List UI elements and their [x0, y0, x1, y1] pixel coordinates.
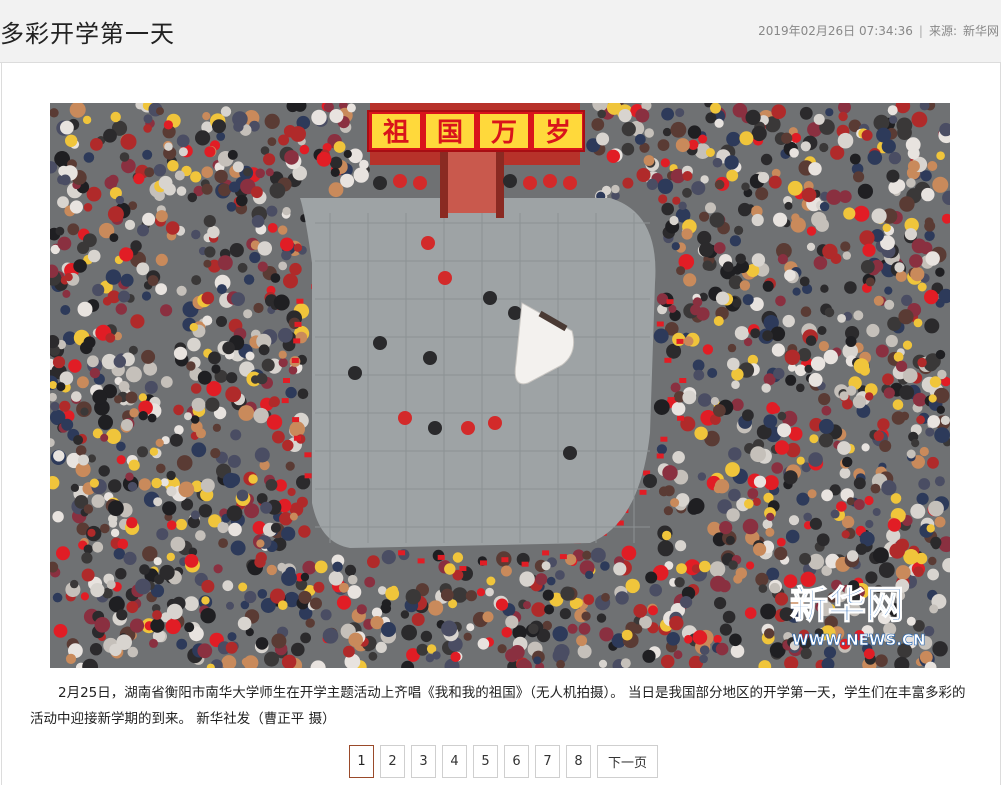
page-link-8[interactable]: 8	[566, 745, 591, 778]
pagination: 1 2 3 4 5 6 7 8 下一页	[349, 745, 659, 778]
next-page-button[interactable]: 下一页	[597, 745, 659, 778]
page-link-7[interactable]: 7	[535, 745, 560, 778]
publish-date: 2019年02月26日 07:34:36	[758, 24, 913, 38]
banner-char: 国	[437, 118, 463, 148]
svg-text:新华网: 新华网	[790, 583, 904, 627]
page-link-1[interactable]: 1	[349, 745, 374, 778]
svg-text:WWW.NEWS.CN: WWW.NEWS.CN	[792, 631, 926, 649]
banner-char: 万	[491, 118, 517, 148]
banner-char: 祖	[382, 118, 409, 148]
page-link-2[interactable]: 2	[380, 745, 405, 778]
page-link-5[interactable]: 5	[473, 745, 498, 778]
source-label: 来源:	[928, 24, 957, 38]
photo-caption: 2月25日，湖南省衡阳市南华大学师生在开学主题活动上齐唱《我和我的祖国》（无人机…	[30, 685, 966, 727]
page-link-6[interactable]: 6	[504, 745, 529, 778]
article-title: 多彩开学第一天	[0, 20, 175, 48]
article-meta: 2019年02月26日 07:34:36 | 来源: 新华网	[758, 22, 999, 39]
page-link-3[interactable]: 3	[411, 745, 436, 778]
meta-divider: |	[918, 24, 923, 38]
page-link-4[interactable]: 4	[442, 745, 467, 778]
source-name: 新华网	[962, 24, 999, 38]
banner-char: 岁	[545, 117, 571, 148]
article-photo: 祖国万岁 新华网 WWW.NEWS.CN	[50, 103, 950, 668]
article-header: 多彩开学第一天 2019年02月26日 07:34:36 | 来源: 新华网	[0, 0, 1001, 63]
